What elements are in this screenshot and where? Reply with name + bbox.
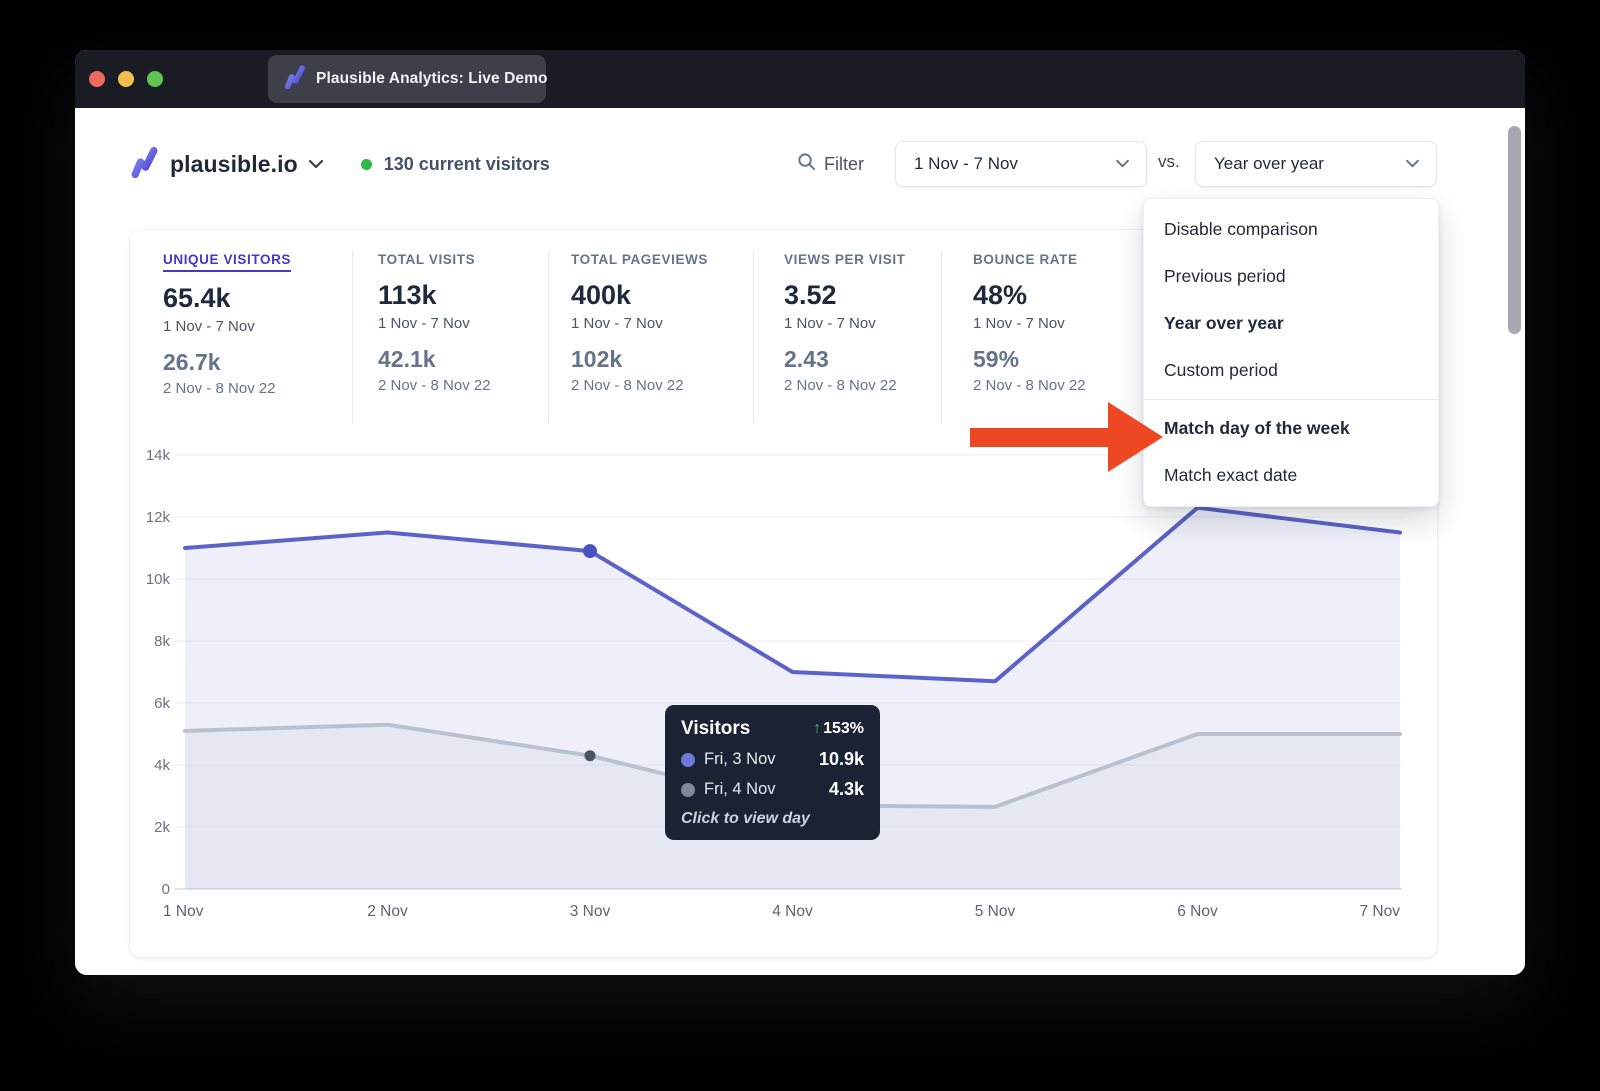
metric-period: 1 Nov - 7 Nov [784, 315, 941, 332]
comparison-dropdown[interactable]: Year over year [1195, 141, 1437, 187]
desktop-background: Plausible Analytics: Live Demo plausible… [0, 0, 1600, 1091]
annotation-arrow [970, 428, 1110, 447]
metric-label: UNIQUE VISITORS [163, 252, 291, 272]
metric-period: 1 Nov - 7 Nov [571, 315, 753, 332]
live-visitors-dot [361, 159, 372, 170]
metric-value: 400k [571, 280, 753, 310]
metric-prev-period: 2 Nov - 8 Nov 22 [378, 377, 548, 394]
browser-titlebar: Plausible Analytics: Live Demo [75, 50, 1525, 108]
date-range-dropdown[interactable]: 1 Nov - 7 Nov [895, 141, 1147, 187]
metric-prev-value: 26.7k [163, 349, 352, 375]
tab-title: Plausible Analytics: Live Demo [316, 70, 548, 88]
browser-tab[interactable]: Plausible Analytics: Live Demo [268, 55, 546, 103]
chevron-down-icon [1115, 155, 1130, 173]
menu-item-custom-period[interactable]: Custom period [1144, 347, 1438, 394]
annotation-arrow-head-icon [1108, 402, 1163, 472]
metric-total-visits[interactable]: TOTAL VISITS 113k 1 Nov - 7 Nov 42.1k 2 … [352, 251, 548, 423]
filter-label: Filter [824, 154, 864, 175]
traffic-lights [89, 71, 163, 87]
menu-item-match-day-of-week[interactable]: Match day of the week [1144, 405, 1438, 452]
metric-label: TOTAL VISITS [378, 252, 475, 267]
metric-prev-period: 2 Nov - 8 Nov 22 [571, 377, 753, 394]
series-dot-compare [681, 783, 695, 797]
tooltip-value: 10.9k [819, 749, 864, 770]
metric-views-per-visit[interactable]: VIEWS PER VISIT 3.52 1 Nov - 7 Nov 2.43 … [753, 251, 941, 423]
metric-value: 3.52 [784, 280, 941, 310]
menu-divider [1144, 399, 1438, 400]
metric-total-pageviews[interactable]: TOTAL PAGEVIEWS 400k 1 Nov - 7 Nov 102k … [548, 251, 753, 423]
metric-value: 113k [378, 280, 548, 310]
menu-item-match-exact-date[interactable]: Match exact date [1144, 452, 1438, 499]
plausible-logo-icon [131, 146, 158, 183]
up-arrow-icon: ↑ [813, 720, 821, 737]
menu-item-year-over-year[interactable]: Year over year [1144, 300, 1438, 347]
metric-prev-period: 2 Nov - 8 Nov 22 [784, 377, 941, 394]
site-switcher-chevron-down-icon[interactable] [308, 156, 324, 174]
tooltip-value: 4.3k [829, 779, 864, 800]
menu-item-disable-comparison[interactable]: Disable comparison [1144, 206, 1438, 253]
metric-period: 1 Nov - 7 Nov [163, 318, 352, 335]
vs-label: vs. [1158, 152, 1180, 172]
tooltip-title: Visitors [681, 718, 750, 740]
metric-value: 65.4k [163, 283, 352, 313]
tooltip-change: ↑153% [813, 720, 864, 738]
metric-prev-period: 2 Nov - 8 Nov 22 [163, 380, 352, 397]
current-visitors-count[interactable]: 130 current visitors [384, 154, 550, 175]
close-window-button[interactable] [89, 71, 105, 87]
metric-label: VIEWS PER VISIT [784, 252, 906, 267]
scrollbar-thumb[interactable] [1508, 126, 1521, 334]
metric-period: 1 Nov - 7 Nov [378, 315, 548, 332]
chevron-down-icon [1405, 155, 1420, 173]
tooltip-date: Fri, 3 Nov [704, 750, 776, 769]
browser-window: Plausible Analytics: Live Demo plausible… [75, 50, 1525, 975]
metric-prev-value: 42.1k [378, 346, 548, 372]
search-icon [797, 152, 816, 176]
metric-label: BOUNCE RATE [973, 252, 1078, 267]
tooltip-row-current: Fri, 3 Nov 10.9k [681, 749, 864, 770]
filter-button[interactable]: Filter [797, 152, 864, 176]
date-range-value: 1 Nov - 7 Nov [914, 154, 1018, 174]
metric-prev-value: 102k [571, 346, 753, 372]
plausible-favicon-icon [284, 65, 306, 94]
series-dot-current [681, 753, 695, 767]
tooltip-date: Fri, 4 Nov [704, 780, 776, 799]
zoom-window-button[interactable] [147, 71, 163, 87]
metric-prev-value: 2.43 [784, 346, 941, 372]
metric-label: TOTAL PAGEVIEWS [571, 252, 708, 267]
menu-item-previous-period[interactable]: Previous period [1144, 253, 1438, 300]
chart-tooltip: Visitors ↑153% Fri, 3 Nov 10.9k Fri, 4 N… [665, 705, 880, 840]
tooltip-hint: Click to view day [681, 810, 864, 828]
comparison-menu: Disable comparison Previous period Year … [1143, 198, 1439, 507]
tooltip-row-compare: Fri, 4 Nov 4.3k [681, 779, 864, 800]
minimize-window-button[interactable] [118, 71, 134, 87]
metric-unique-visitors[interactable]: UNIQUE VISITORS 65.4k 1 Nov - 7 Nov 26.7… [130, 251, 352, 423]
comparison-value: Year over year [1214, 154, 1324, 174]
site-name[interactable]: plausible.io [170, 151, 298, 178]
dashboard-content: plausible.io 130 current visitors Filter… [75, 108, 1525, 975]
